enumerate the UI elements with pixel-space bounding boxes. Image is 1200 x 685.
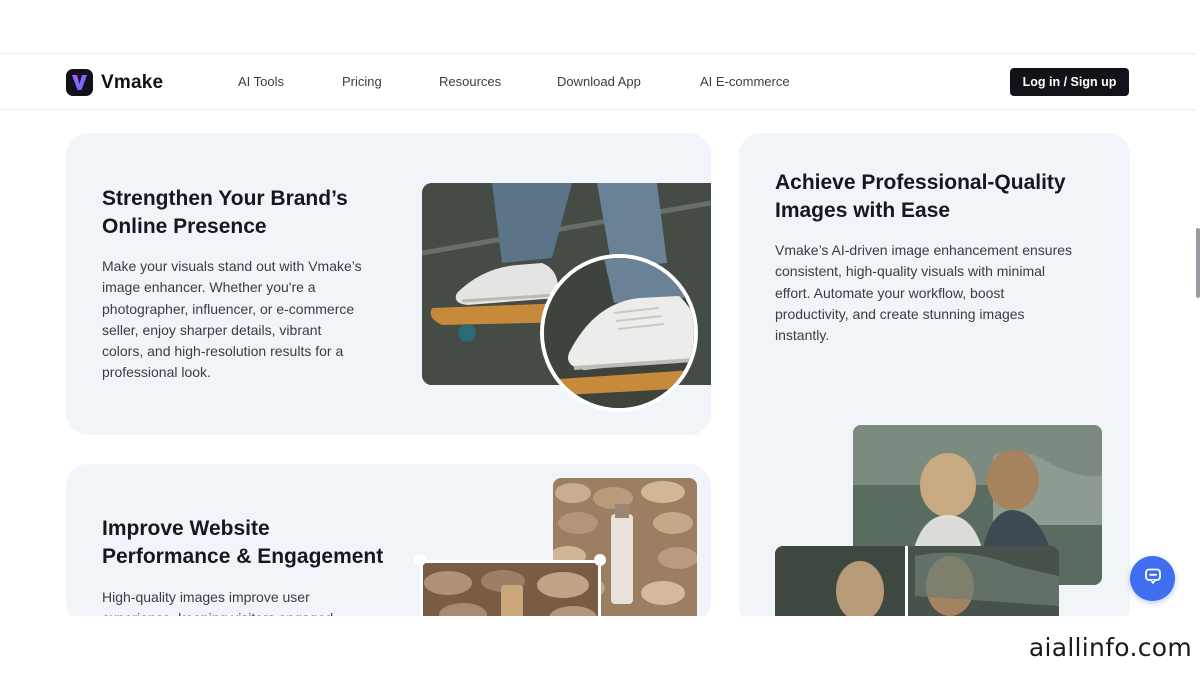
text-line: Make your visuals stand out with Vmake’s [102, 258, 362, 274]
nav-download-app[interactable]: Download App [557, 74, 641, 89]
vmake-logo-icon [66, 69, 93, 96]
brand-logo[interactable]: Vmake [66, 69, 163, 96]
card-title-line: Strengthen Your Brand’s [102, 187, 348, 210]
nav-ai-tools[interactable]: AI Tools [238, 74, 284, 89]
card-title: Strengthen Your Brand’s Online Presence [102, 185, 348, 241]
text-line: consistent, high-quality visuals with mi… [775, 263, 1045, 280]
text-line: professional look. [102, 364, 211, 381]
feature-card-professional-quality: Achieve Professional-Quality Images with… [739, 133, 1130, 628]
brand-name: Vmake [101, 71, 164, 93]
text-line: instantly. [775, 327, 830, 344]
text-line: colors, and high-resolution results for … [102, 343, 344, 360]
text-line: effort. Automate your workflow, boost [775, 284, 1005, 301]
feature-card-brand-presence: Strengthen Your Brand’s Online Presence … [66, 133, 711, 435]
page-scrollbar[interactable] [1196, 228, 1200, 298]
text-line: productivity, and create stunning images [775, 305, 1025, 322]
login-signup-button[interactable]: Log in / Sign up [1010, 68, 1129, 96]
feature-card-website-performance: Improve Website Performance & Engagement… [66, 464, 711, 624]
card-title-line: Images with Ease [775, 199, 951, 222]
text-line: High-quality images improve user [102, 589, 310, 605]
nav-ai-ecommerce[interactable]: AI E-commerce [700, 74, 790, 89]
card-description: Make your visuals stand out with Vmake’s… [102, 256, 362, 384]
text-line: Vmake’s AI-driven image enhancement ensu… [775, 242, 1073, 258]
card-title: Improve Website Performance & Engagement [102, 515, 383, 571]
card-title-line: Online Presence [102, 215, 267, 238]
zoomed-shoe-image [540, 254, 698, 412]
text-line: photographer, influencer, or e-commerce [102, 300, 355, 317]
nav-pricing[interactable]: Pricing [342, 74, 382, 89]
page: Vmake AI Tools Pricing Resources Downloa… [0, 0, 1200, 685]
top-navbar: Vmake AI Tools Pricing Resources Downloa… [0, 53, 1196, 110]
enhanced-preview-image [420, 560, 601, 624]
watermark-strip [0, 616, 1200, 685]
chat-support-button[interactable] [1130, 556, 1175, 601]
card-title-line: Achieve Professional-Quality [775, 171, 1066, 194]
watermark-text: aiallinfo.com [1028, 633, 1192, 662]
nav-resources[interactable]: Resources [439, 74, 501, 89]
text-line: image enhancer. Whether you're a [102, 279, 316, 296]
compare-handle-left[interactable] [414, 554, 426, 566]
card-title-line: Improve Website [102, 517, 270, 540]
card-description: Vmake’s AI-driven image enhancement ensu… [775, 240, 1072, 346]
chat-icon [1144, 567, 1162, 590]
compare-handle-right[interactable] [594, 554, 606, 566]
card-title-line: Performance & Engagement [102, 545, 384, 568]
text-line: seller, enjoy sharper details, vibrant [102, 321, 322, 338]
card-title: Achieve Professional-Quality Images with… [775, 169, 1066, 225]
